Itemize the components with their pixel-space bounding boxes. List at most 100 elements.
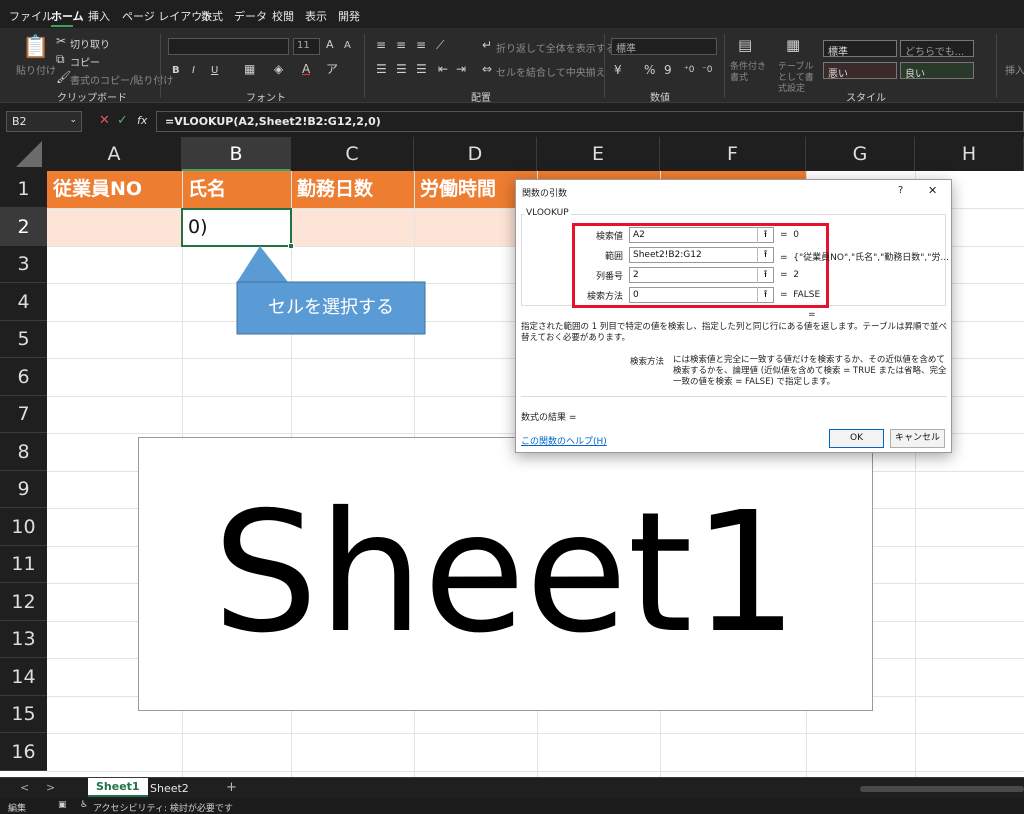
collapse-dialog-icon[interactable]: ⭱	[757, 287, 773, 303]
row-header[interactable]: 2	[0, 208, 47, 246]
accessibility-status[interactable]: アクセシビリティ: 検討が必要です	[93, 801, 233, 814]
font-size-select[interactable]: 11	[293, 38, 320, 55]
column-header-g[interactable]: G	[806, 137, 915, 171]
format-as-table-button[interactable]: テーブルとして書式設定	[778, 62, 818, 95]
row-header[interactable]: 5	[0, 321, 47, 358]
tab-home[interactable]: ホーム	[51, 8, 84, 24]
close-icon[interactable]: ✕	[928, 184, 937, 197]
collapse-dialog-icon[interactable]: ⭱	[757, 227, 773, 243]
function-help-link[interactable]: この関数のヘルプ(H)	[521, 434, 607, 447]
merge-center-icon[interactable]: ⇔	[482, 62, 492, 76]
row-header[interactable]: 11	[0, 546, 47, 583]
collapse-dialog-icon[interactable]: ⭱	[757, 267, 773, 283]
row-header[interactable]: 16	[0, 733, 47, 771]
copy-icon[interactable]: ⧉	[56, 52, 65, 66]
format-painter-button[interactable]: 書式のコピー/貼り付け	[70, 72, 173, 87]
col-index-input[interactable]: 2	[629, 267, 774, 283]
merge-center-button[interactable]: セルを結合して中央揃え	[496, 64, 606, 79]
tab-developer[interactable]: 開発	[338, 8, 360, 24]
grow-font-icon[interactable]: A	[326, 38, 334, 52]
outdent-icon[interactable]: ⇥	[456, 62, 466, 76]
phonetic-icon[interactable]: ア	[326, 62, 338, 76]
formula-input[interactable]: =VLOOKUP(A2,Sheet2!B2:G12,2,0)	[156, 111, 1024, 132]
column-header-c[interactable]: C	[291, 137, 414, 171]
name-box[interactable]: B2 ⌄	[6, 111, 82, 132]
collapse-dialog-icon[interactable]: ⭱	[757, 247, 773, 263]
cancel-icon[interactable]: ✕	[99, 113, 110, 128]
wrap-text-icon[interactable]: ↵	[482, 38, 492, 52]
row-header[interactable]: 13	[0, 621, 47, 658]
row-header[interactable]: 4	[0, 283, 47, 321]
tab-view[interactable]: 表示	[305, 8, 327, 24]
tab-page-layout[interactable]: ページ レイアウト	[122, 8, 213, 24]
style-normal[interactable]: 標準	[823, 40, 897, 58]
number-format-select[interactable]: 標準	[611, 38, 717, 55]
chevron-down-icon[interactable]: ⌄	[69, 115, 77, 125]
lookup-value-input[interactable]: A2	[629, 227, 774, 243]
align-center-icon[interactable]: ☰	[396, 62, 407, 76]
currency-icon[interactable]: ¥	[614, 63, 622, 77]
row-header[interactable]: 12	[0, 583, 47, 621]
prev-sheet-icon[interactable]: <	[20, 781, 29, 794]
table-array-input[interactable]: Sheet2!B2:G12	[629, 247, 774, 263]
row-header[interactable]: 9	[0, 471, 47, 508]
border-icon[interactable]: ▦	[244, 62, 255, 76]
font-name-select[interactable]	[168, 38, 289, 55]
enter-icon[interactable]: ✓	[117, 113, 128, 128]
tab-review[interactable]: 校閲	[272, 8, 294, 24]
align-bottom-icon[interactable]: ≡	[416, 38, 426, 52]
comma-button[interactable]: 9	[664, 63, 672, 77]
conditional-format-button[interactable]: 条件付き書式	[730, 62, 774, 84]
align-right-icon[interactable]: ☰	[416, 62, 427, 76]
paste-icon[interactable]: 📋	[22, 36, 49, 60]
copy-button[interactable]: コピー	[70, 54, 100, 69]
fill-color-icon[interactable]: ◈	[274, 62, 283, 76]
column-header-e[interactable]: E	[537, 137, 660, 171]
sheet-tab-sheet2[interactable]: Sheet2	[142, 780, 197, 797]
column-header-d[interactable]: D	[414, 137, 537, 171]
format-painter-icon[interactable]: 🖌	[56, 70, 71, 84]
column-header-f[interactable]: F	[660, 137, 806, 171]
style-neutral[interactable]: どちらでも...	[900, 40, 974, 58]
column-header-b[interactable]: B	[182, 137, 291, 171]
cut-button[interactable]: 切り取り	[70, 36, 110, 51]
align-left-icon[interactable]: ☰	[376, 62, 387, 76]
format-as-table-icon[interactable]: ▦	[786, 38, 800, 53]
cell-c1[interactable]: 勤務日数	[291, 171, 414, 208]
tab-data[interactable]: データ	[234, 8, 267, 24]
sheet-tab-sheet1[interactable]: Sheet1	[88, 778, 148, 797]
range-lookup-input[interactable]: 0	[629, 287, 774, 303]
horizontal-scrollbar[interactable]	[860, 786, 1024, 792]
bold-button[interactable]: B	[172, 64, 180, 78]
column-header-h[interactable]: H	[915, 137, 1024, 171]
row-header[interactable]: 10	[0, 508, 47, 546]
insert-cells-button[interactable]: 挿入	[1005, 62, 1024, 77]
wrap-text-button[interactable]: 折り返して全体を表示する	[496, 40, 616, 55]
shrink-font-icon[interactable]: A	[344, 39, 351, 53]
row-header[interactable]: 14	[0, 658, 47, 696]
row-header[interactable]: 3	[0, 246, 47, 283]
tab-formulas[interactable]: 数式	[201, 8, 223, 24]
row-header[interactable]: 1	[0, 171, 47, 208]
row-header[interactable]: 15	[0, 696, 47, 733]
percent-button[interactable]: %	[644, 63, 655, 77]
style-bad[interactable]: 悪い	[823, 62, 897, 80]
underline-button[interactable]: U	[211, 64, 218, 78]
align-top-icon[interactable]: ≡	[376, 38, 386, 52]
cell-b1[interactable]: 氏名	[182, 171, 291, 208]
accessibility-icon[interactable]: ♿	[80, 800, 88, 810]
row-header[interactable]: 6	[0, 358, 47, 396]
decrease-decimal-icon[interactable]: ⁻0	[702, 63, 712, 77]
italic-button[interactable]: I	[192, 64, 195, 78]
ok-button[interactable]: OK	[829, 429, 884, 448]
next-sheet-icon[interactable]: >	[46, 781, 55, 794]
macro-record-icon[interactable]: ▣	[58, 800, 67, 810]
orientation-icon[interactable]: ⟋	[436, 38, 444, 52]
add-sheet-icon[interactable]: +	[226, 780, 237, 795]
paste-button[interactable]: 貼り付け	[16, 62, 56, 77]
select-all-corner[interactable]	[0, 137, 47, 171]
cut-icon[interactable]: ✂	[56, 34, 66, 48]
cancel-button[interactable]: キャンセル	[890, 429, 945, 448]
column-header-a[interactable]: A	[47, 137, 182, 171]
cell-a1[interactable]: 従業員NO	[47, 171, 182, 208]
